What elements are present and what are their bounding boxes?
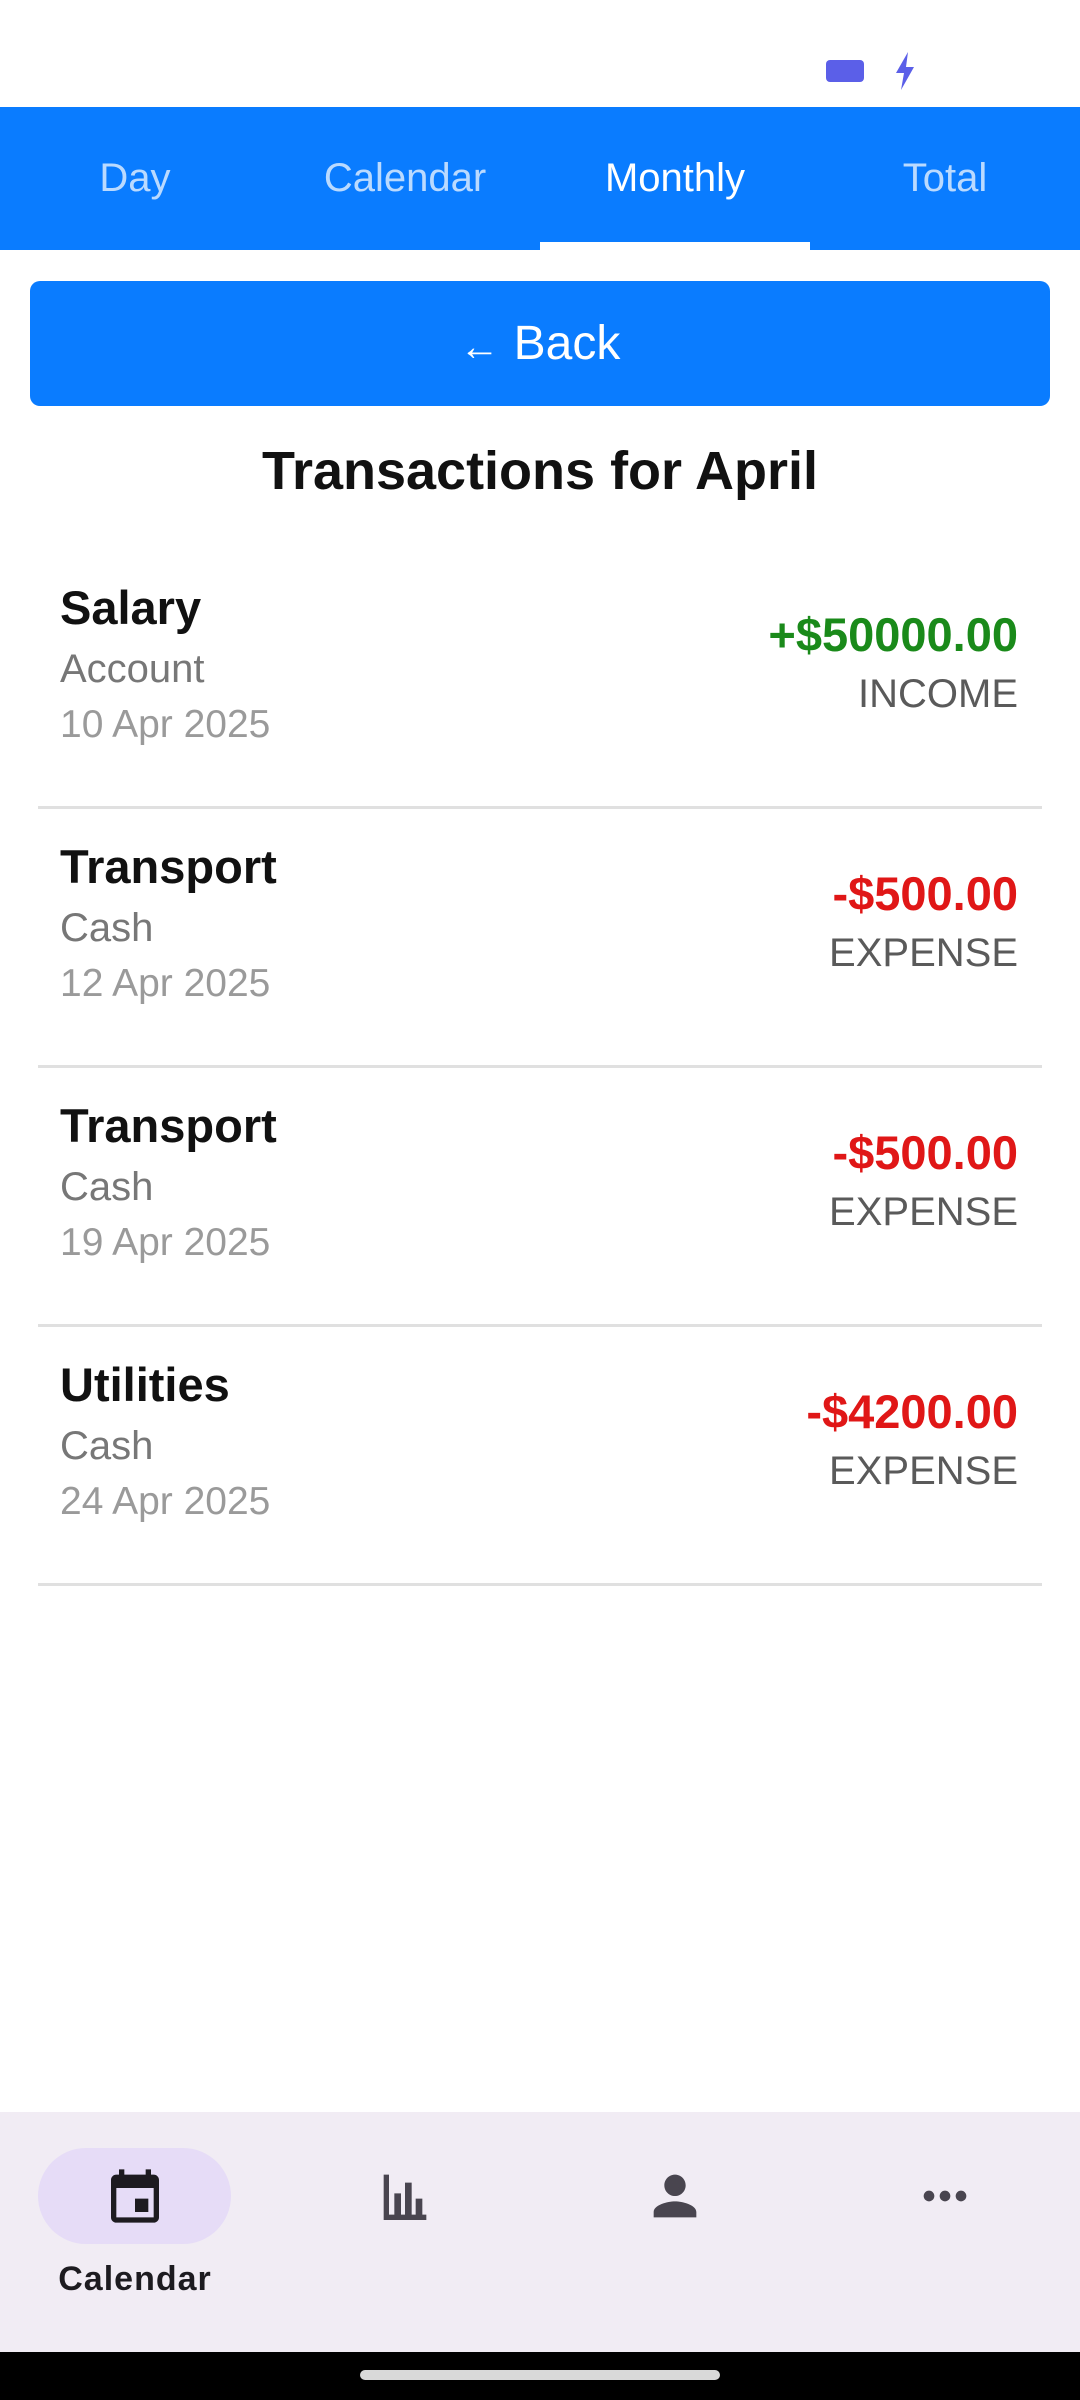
- more-horizontal-icon: [923, 2190, 967, 2202]
- transaction-date: 24 Apr 2025: [60, 1480, 271, 1523]
- transaction-row[interactable]: Transport Cash 19 Apr 2025 -$500.00 EXPE…: [38, 1068, 1042, 1327]
- tab-calendar[interactable]: Calendar: [270, 107, 540, 250]
- nav-item-more[interactable]: [810, 2112, 1080, 2352]
- transaction-type: EXPENSE: [829, 1449, 1018, 1493]
- home-gesture-handle[interactable]: [360, 2370, 720, 2380]
- back-button-label: Back: [513, 317, 621, 370]
- transaction-category: Salary: [60, 581, 202, 634]
- transaction-account: Cash: [60, 1165, 154, 1209]
- bottom-navigation: Calendar: [0, 2112, 1080, 2352]
- page-title: Transactions for April: [261, 441, 819, 501]
- transaction-amount: -$500.00: [832, 1126, 1018, 1179]
- system-gesture-area: [0, 2352, 1080, 2400]
- tab-monthly[interactable]: Monthly: [540, 107, 810, 250]
- transaction-type: EXPENSE: [829, 1190, 1018, 1234]
- transaction-amount: -$500.00: [832, 867, 1018, 920]
- nav-item-statistics[interactable]: [270, 2112, 540, 2352]
- tab-total[interactable]: Total: [810, 107, 1080, 250]
- tab-day[interactable]: Day: [0, 107, 270, 250]
- transaction-row[interactable]: Transport Cash 12 Apr 2025 -$500.00 EXPE…: [38, 809, 1042, 1068]
- transaction-category: Utilities: [60, 1358, 230, 1411]
- battery-icon: [826, 60, 864, 82]
- nav-item-profile[interactable]: [540, 2112, 810, 2352]
- main-content: ← Back Transactions for April Salary Acc…: [0, 250, 1080, 2112]
- back-arrow-icon: ←: [459, 325, 500, 369]
- calendar-icon: [111, 2169, 159, 2223]
- transaction-row[interactable]: Salary Account 10 Apr 2025 +$50000.00 IN…: [38, 550, 1042, 809]
- transaction-account: Cash: [60, 906, 154, 950]
- transaction-date: 12 Apr 2025: [60, 962, 271, 1005]
- back-button[interactable]: ← Back: [30, 281, 1050, 406]
- nav-item-calendar[interactable]: Calendar: [0, 2112, 270, 2352]
- bar-chart-icon: [383, 2174, 427, 2220]
- transaction-account: Cash: [60, 1424, 154, 1468]
- status-bar: [0, 0, 1080, 107]
- top-tab-bar: Day Calendar Monthly Total: [0, 107, 1080, 250]
- transaction-type: EXPENSE: [829, 931, 1018, 975]
- nav-label-calendar: Calendar: [58, 2260, 212, 2298]
- transaction-category: Transport: [60, 1099, 277, 1152]
- person-icon: [653, 2174, 697, 2218]
- transaction-date: 10 Apr 2025: [60, 703, 271, 746]
- transaction-amount: -$4200.00: [806, 1385, 1018, 1438]
- transaction-type: INCOME: [858, 672, 1018, 716]
- transaction-list: Salary Account 10 Apr 2025 +$50000.00 IN…: [38, 550, 1042, 1586]
- transaction-category: Transport: [60, 840, 277, 893]
- transaction-account: Account: [60, 647, 205, 691]
- charging-bolt-icon: [896, 52, 914, 90]
- transaction-row[interactable]: Utilities Cash 24 Apr 2025 -$4200.00 EXP…: [38, 1327, 1042, 1586]
- transaction-date: 19 Apr 2025: [60, 1221, 271, 1264]
- transaction-amount: +$50000.00: [768, 608, 1018, 661]
